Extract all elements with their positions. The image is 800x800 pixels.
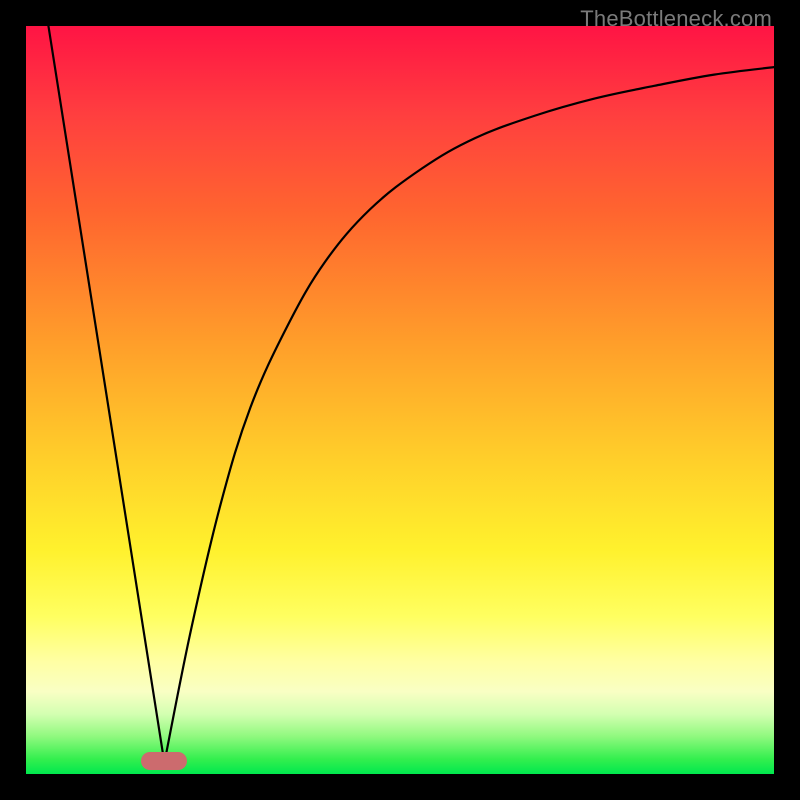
bottleneck-curve [26,26,774,774]
curve-left-leg [48,26,164,763]
minimum-marker [141,752,187,770]
plot-area [26,26,774,774]
curve-right-leg [164,67,774,763]
chart-frame: TheBottleneck.com [0,0,800,800]
watermark-text: TheBottleneck.com [580,6,772,32]
